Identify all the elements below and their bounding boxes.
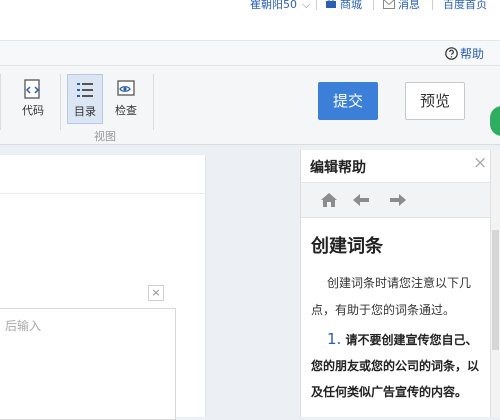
eye-check-icon [117,80,135,96]
code-label: 代码 [22,104,44,117]
help-panel-scrollbar[interactable] [490,150,500,417]
scrollbar-thumb[interactable] [492,230,499,350]
close-icon[interactable]: × [148,285,164,301]
arrow-right-icon[interactable] [389,193,407,207]
input-placeholder: 后输入 [5,319,42,333]
home-icon[interactable] [320,192,338,208]
divider [432,0,433,10]
question-circle-icon [445,47,458,60]
content-gutter [206,145,300,417]
help-panel-header: 编辑帮助 × [301,150,491,183]
help-label: 帮助 [460,47,485,61]
content-heading: 创建词条 [311,236,383,257]
check-button[interactable]: 检查 [109,74,143,122]
edit-help-panel: 编辑帮助 × 创建词条 创建词条时请您注意以下几点，有助于您的词条通过。 1. … [300,150,491,417]
user-name-link[interactable]: 崔朝阳50 [250,0,297,12]
code-icon [24,79,40,99]
editor-header-strip [0,155,205,194]
baidu-homepage-link[interactable]: 百度首页 [443,0,487,12]
editor-input-area[interactable]: 后输入 [0,308,176,420]
check-label: 检查 [115,104,137,117]
list-item-number: 1. [327,330,342,348]
help-list-item: 1. 请不要创建宣传您自己、您的朋友或您的公司的词条，以及任何类似广告宣传的内容… [311,326,483,405]
close-icon[interactable]: × [473,153,487,173]
code-button[interactable]: 代码 [16,74,50,122]
help-panel-title: 编辑帮助 [310,160,366,176]
chevron-down-icon[interactable]: ⌵ [302,0,310,12]
toc-label: 目录 [74,105,96,118]
mall-link[interactable]: 商城 [325,0,362,12]
divider [373,0,374,10]
submit-button[interactable]: 提交 [318,82,378,120]
divider [153,74,154,130]
arrow-left-icon[interactable] [352,193,370,207]
mall-icon [326,0,336,8]
divider [0,74,1,130]
message-label: 消息 [398,0,420,11]
view-group-label: 视图 [94,130,116,143]
help-link[interactable]: 帮助 [445,45,484,62]
divider [316,0,317,10]
top-navigation-bar: 崔朝阳50 ⌵ 商城 消息 百度首页 [0,0,500,41]
envelope-icon [383,0,395,9]
mall-label: 商城 [340,0,362,11]
editor-panel: × 后输入 [0,155,206,420]
preview-button[interactable]: 预览 [405,82,465,120]
toc-button[interactable]: 目录 [67,74,103,124]
list-icon [77,83,93,97]
help-panel-nav [301,183,491,218]
help-paragraph: 创建词条时请您注意以下几点，有助于您的词条通过。 [311,276,472,317]
help-panel-content: 创建词条 创建词条时请您注意以下几点，有助于您的词条通过。 1. 请不要创建宣传… [311,234,483,405]
divider [60,74,61,130]
help-row: 帮助 [0,41,500,66]
message-link[interactable]: 消息 [383,0,420,12]
